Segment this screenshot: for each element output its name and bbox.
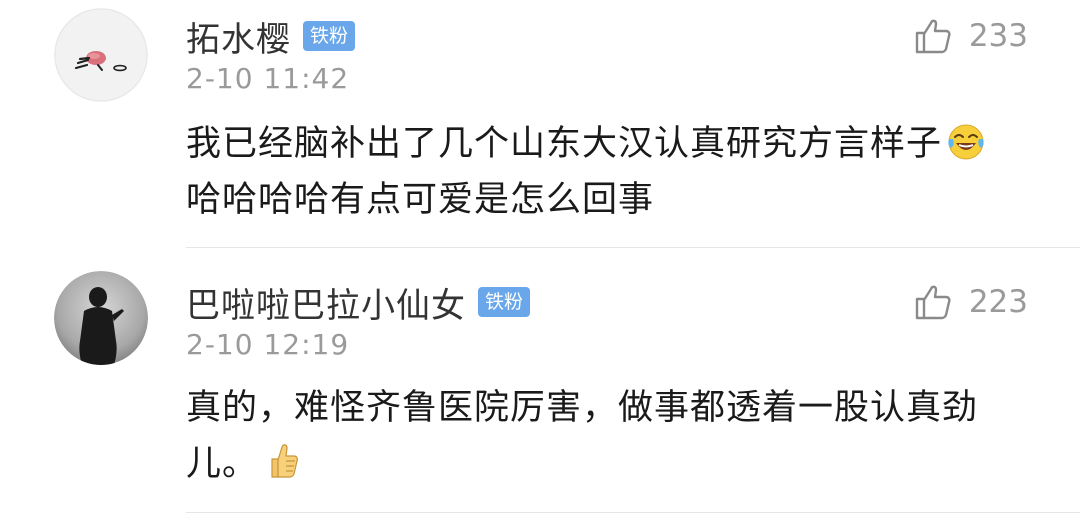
avatar[interactable] bbox=[54, 8, 148, 102]
comment-text-part: 我已经脑补出了几个山东大汉认真研究方言样子 bbox=[186, 124, 943, 164]
fan-badge: 铁粉 bbox=[478, 287, 531, 317]
thumbs-up-icon bbox=[915, 285, 951, 320]
username-row: 拓水樱 铁粉 bbox=[186, 12, 356, 61]
laughing-tears-emoji bbox=[948, 124, 984, 160]
like-count: 223 bbox=[968, 284, 1028, 320]
like-count: 233 bbox=[968, 18, 1028, 54]
comment-text-part: 哈哈哈哈有点可爱是怎么回事 bbox=[186, 180, 655, 220]
timestamp: 2-10 12:19 bbox=[186, 328, 350, 361]
thumbs-up-icon bbox=[915, 19, 951, 54]
comment-list: 拓水樱 铁粉 2-10 11:42 233 我已经脑补出了几个山东大汉认真研究方… bbox=[0, 0, 1080, 516]
avatar-image bbox=[54, 271, 148, 365]
avatar[interactable] bbox=[54, 271, 148, 365]
username[interactable]: 拓水樱 bbox=[186, 12, 291, 61]
thumbs-up-emoji bbox=[271, 444, 298, 478]
timestamp: 2-10 11:42 bbox=[186, 62, 350, 95]
comment-text-part: 真的，难怪齐鲁医院厉害，做事都透着一股认真劲儿。 bbox=[186, 388, 979, 484]
avatar-image bbox=[54, 8, 148, 102]
comment-text: 真的，难怪齐鲁医院厉害，做事都透着一股认真劲儿。 bbox=[186, 380, 1026, 492]
divider bbox=[186, 512, 1080, 513]
fan-badge: 铁粉 bbox=[303, 21, 356, 51]
comment-text: 我已经脑补出了几个山东大汉认真研究方言样子 哈哈哈哈有点可爱是怎么回事 bbox=[186, 116, 1026, 228]
like-button[interactable]: 223 bbox=[913, 280, 1028, 324]
divider bbox=[186, 247, 1080, 248]
username[interactable]: 巴啦啦巴拉小仙女 bbox=[186, 278, 466, 327]
like-button[interactable]: 233 bbox=[913, 14, 1028, 58]
username-row: 巴啦啦巴拉小仙女 铁粉 bbox=[186, 278, 531, 327]
